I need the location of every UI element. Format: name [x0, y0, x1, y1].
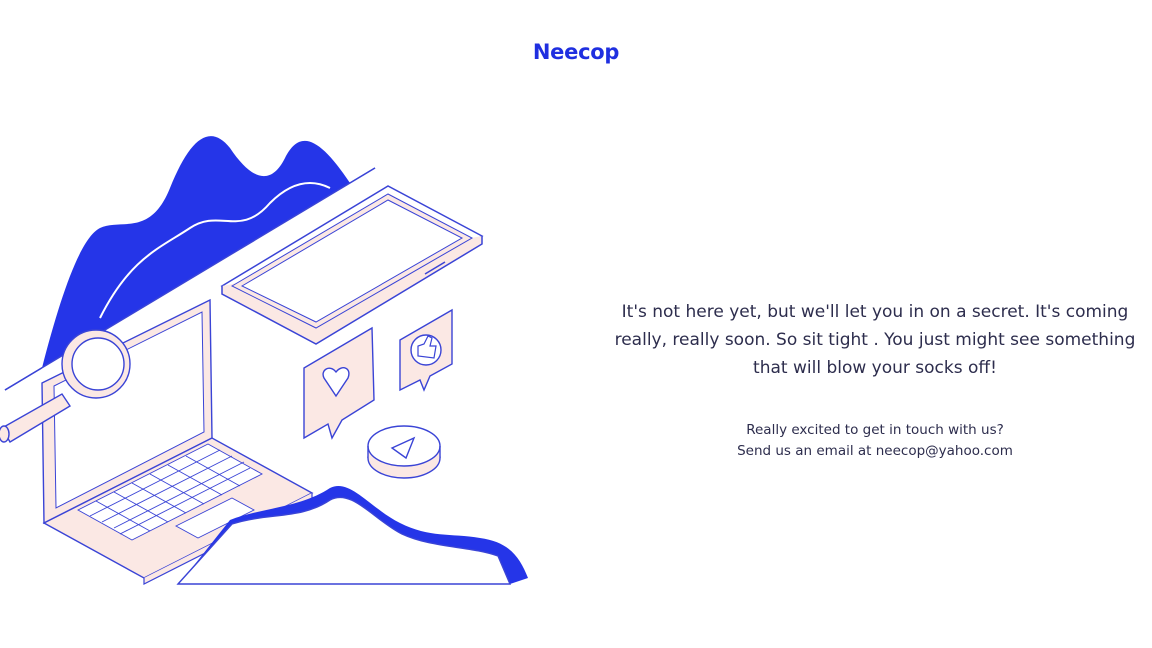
headline-line-3: that will blow your socks off!: [753, 358, 997, 378]
brand-logo[interactable]: Neecop: [0, 40, 1152, 64]
play-button: [367, 425, 441, 479]
heart-bubble: [303, 326, 375, 440]
contact-line-2: Send us an email at neecop@yahoo.com: [737, 443, 1013, 459]
headline-line-2: really, really soon. So sit tight . You …: [614, 330, 1136, 350]
hero-illustration: [0, 136, 528, 585]
thumbs-bubble: [399, 308, 453, 392]
contact-info: Really excited to get in touch with us? …: [598, 420, 1152, 462]
coming-soon-content: It's not here yet, but we'll let you in …: [598, 298, 1152, 462]
contact-line-1: Really excited to get in touch with us?: [746, 422, 1004, 438]
headline-line-1: It's not here yet, but we'll let you in …: [621, 302, 1129, 322]
headline-text: It's not here yet, but we'll let you in …: [598, 298, 1152, 382]
